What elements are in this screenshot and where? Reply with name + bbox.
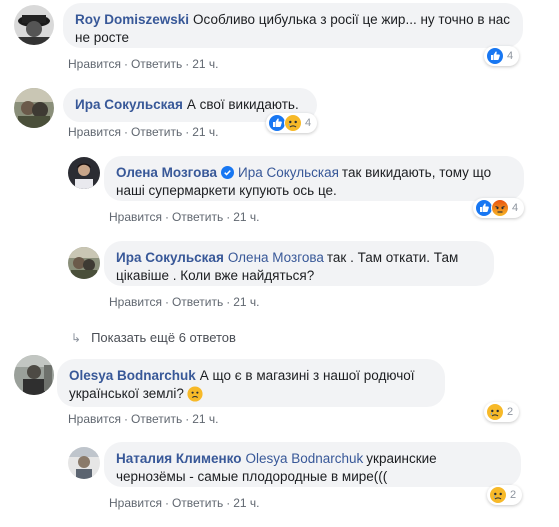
mention-link[interactable]: Олена Мозгова: [228, 250, 324, 265]
comment-author[interactable]: Наталия Клименко: [116, 451, 241, 466]
comment-actions: Нравится · Ответить · 21 ч.: [68, 412, 219, 426]
comment-text: А свої викидають.: [186, 97, 299, 112]
angry-reaction-icon: [491, 199, 509, 217]
sad-reaction-icon: [486, 403, 504, 421]
comment-bubble: Olesya Bodnarchuk А що є в магазині з наш…: [57, 359, 445, 407]
comment-actions: Нравится · Ответить · 21 ч.: [68, 57, 219, 71]
reaction-count: 2: [507, 406, 514, 418]
comment-actions: Нравится · Ответить · 21 ч.: [109, 210, 260, 224]
reply-link[interactable]: Ответить: [131, 57, 182, 71]
comment-author[interactable]: Ира Сокульская: [75, 97, 183, 112]
reaction-count: 4: [507, 50, 514, 62]
comment-bubble: Roy Domiszewski Особливо цибулька з росії…: [63, 3, 523, 48]
like-link[interactable]: Нравится: [68, 412, 121, 426]
avatar[interactable]: [68, 447, 100, 479]
sad-face-emoji-icon: [187, 386, 203, 402]
comment-author[interactable]: Roy Domiszewski: [75, 12, 189, 27]
reaction-count: 4: [512, 202, 519, 214]
timestamp[interactable]: 21 ч.: [233, 210, 259, 224]
reply-link[interactable]: Ответить: [172, 210, 223, 224]
comment-actions: Нравится · Ответить · 21 ч.: [68, 125, 219, 139]
reply-arrow-icon: ↳: [71, 331, 82, 345]
comment-author[interactable]: Olesya Bodnarchuk: [69, 368, 196, 383]
reply-link[interactable]: Ответить: [172, 496, 223, 510]
reply-link[interactable]: Ответить: [172, 295, 223, 309]
like-link[interactable]: Нравится: [109, 210, 162, 224]
reactions-badge[interactable]: 2: [487, 485, 523, 505]
timestamp[interactable]: 21 ч.: [192, 412, 218, 426]
reactions-badge[interactable]: 2: [484, 402, 520, 422]
avatar[interactable]: [14, 5, 54, 45]
comment-author[interactable]: Олена Мозгова: [116, 165, 217, 180]
reactions-badge[interactable]: 4: [473, 198, 525, 218]
reaction-count: 4: [305, 117, 312, 129]
comment-bubble: Ира Сокульская Олена Мозгова так . Там отк…: [104, 241, 494, 286]
avatar[interactable]: [14, 355, 54, 395]
reactions-badge[interactable]: 4: [484, 46, 520, 66]
reaction-count: 2: [510, 489, 517, 501]
comment-bubble: Олена Мозгова Ира Сокульская так викидають…: [104, 156, 524, 201]
timestamp[interactable]: 21 ч.: [233, 496, 259, 510]
show-more-replies-link[interactable]: ↳ Показать ещё 6 ответов: [71, 330, 236, 345]
sad-reaction-icon: [284, 114, 302, 132]
mention-link[interactable]: Ира Сокульская: [238, 165, 339, 180]
avatar[interactable]: [68, 247, 100, 279]
like-link[interactable]: Нравится: [109, 295, 162, 309]
show-more-label: Показать ещё 6 ответов: [91, 330, 236, 345]
reply-link[interactable]: Ответить: [131, 412, 182, 426]
timestamp[interactable]: 21 ч.: [192, 125, 218, 139]
comment-actions: Нравится · Ответить · 21 ч.: [109, 496, 260, 510]
timestamp[interactable]: 21 ч.: [192, 57, 218, 71]
avatar[interactable]: [68, 157, 100, 189]
reply-link[interactable]: Ответить: [131, 125, 182, 139]
comment-bubble: Наталия Клименко Olesya Bodnarchuk украинс…: [104, 442, 521, 487]
comment-author[interactable]: Ира Сокульская: [116, 250, 224, 265]
verified-badge-icon: [221, 166, 234, 179]
comment-actions: Нравится · Ответить · 21 ч.: [109, 295, 260, 309]
mention-link[interactable]: Olesya Bodnarchuk: [245, 451, 363, 466]
like-link[interactable]: Нравится: [109, 496, 162, 510]
avatar[interactable]: [14, 88, 54, 128]
like-link[interactable]: Нравится: [68, 125, 121, 139]
reactions-badge[interactable]: 4: [266, 113, 318, 133]
like-link[interactable]: Нравится: [68, 57, 121, 71]
like-reaction-icon: [486, 47, 504, 65]
timestamp[interactable]: 21 ч.: [233, 295, 259, 309]
sad-reaction-icon: [489, 486, 507, 504]
